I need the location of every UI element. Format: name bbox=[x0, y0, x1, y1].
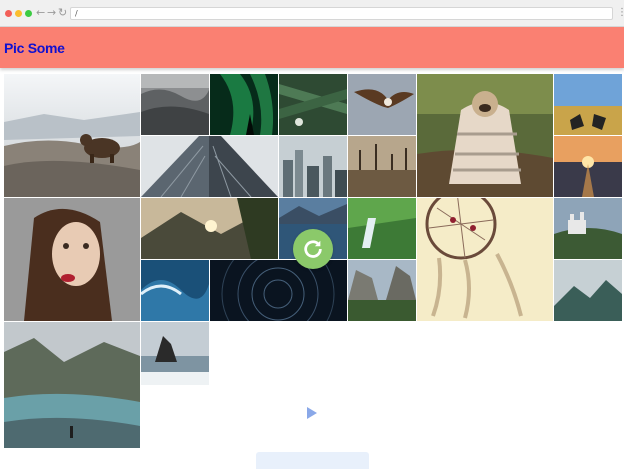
window-minimize-dot[interactable] bbox=[15, 10, 22, 17]
photo-misty-peaks[interactable] bbox=[554, 260, 622, 321]
window-maximize-dot[interactable] bbox=[25, 10, 32, 17]
photo-eagle-flying[interactable] bbox=[348, 74, 416, 135]
app-title[interactable]: Pic Some bbox=[4, 40, 65, 56]
photo-dead-trees-lake[interactable] bbox=[348, 136, 416, 197]
photo-feet-on-field[interactable] bbox=[554, 74, 622, 135]
photo-waterfall-green[interactable] bbox=[348, 198, 416, 259]
photo-mountain-sunset[interactable] bbox=[141, 198, 278, 259]
photo-star-trails[interactable] bbox=[210, 260, 347, 321]
reload-icon[interactable]: ↻ bbox=[58, 7, 67, 19]
photo-ocean-wave[interactable] bbox=[141, 260, 209, 321]
photo-pug-in-blanket[interactable] bbox=[417, 74, 553, 197]
browser-toolbar: ← → ↻ / ⋮ bbox=[0, 0, 624, 27]
photo-misty-forest-bw[interactable] bbox=[141, 74, 209, 135]
photo-aurora-green[interactable] bbox=[210, 74, 278, 135]
photo-river-mist-hiker[interactable] bbox=[4, 322, 140, 448]
browser-menu-icon[interactable]: ⋮ bbox=[617, 7, 624, 18]
photo-woman-portrait[interactable] bbox=[4, 198, 140, 321]
photo-rock-in-sea[interactable] bbox=[141, 322, 209, 385]
window-close-dot[interactable] bbox=[5, 10, 12, 17]
bottom-popup-panel bbox=[256, 452, 369, 469]
photo-castle-mountain[interactable] bbox=[554, 198, 622, 259]
photo-sunset-road[interactable] bbox=[554, 136, 622, 197]
photo-pine-branches[interactable] bbox=[279, 74, 347, 135]
photo-bear-on-rocks[interactable] bbox=[4, 74, 140, 197]
forward-icon[interactable]: → bbox=[47, 7, 56, 19]
photo-skyscraper-upward[interactable] bbox=[141, 136, 278, 197]
back-icon[interactable]: ← bbox=[36, 7, 45, 19]
photo-dreamcatcher[interactable] bbox=[417, 198, 553, 321]
photo-city-skyline[interactable] bbox=[279, 136, 347, 197]
refresh-icon bbox=[304, 240, 322, 258]
refresh-button[interactable] bbox=[293, 229, 333, 269]
address-bar[interactable]: / bbox=[70, 7, 613, 20]
photo-yosemite-valley[interactable] bbox=[348, 260, 416, 321]
mouse-cursor-icon bbox=[307, 407, 317, 419]
app-header: Pic Some bbox=[0, 27, 624, 68]
